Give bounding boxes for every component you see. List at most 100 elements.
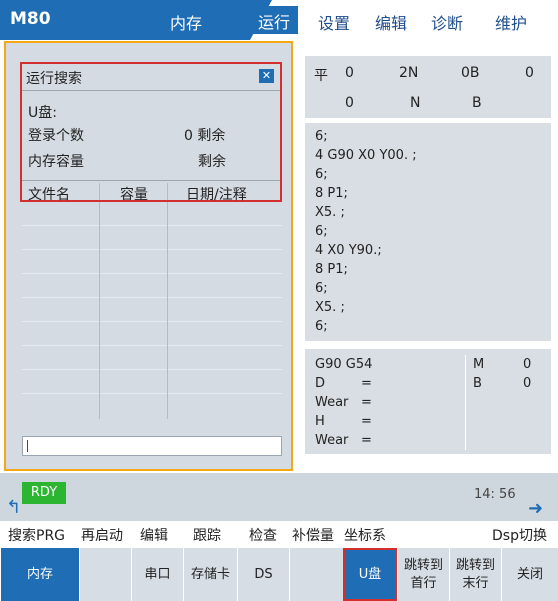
empty-key[interactable] (79, 548, 131, 601)
memory-button[interactable]: 内存 (0, 548, 79, 601)
capacity-label: 内存容量 (28, 154, 84, 170)
column-divider (167, 183, 168, 419)
empty-key[interactable] (289, 548, 343, 601)
status-bar: RDY ↰ 14: 56 ➜ (0, 473, 558, 521)
position-value: 0 (345, 65, 354, 81)
memory-card-button[interactable]: 存储卡 (183, 548, 237, 601)
softkey-search-prg[interactable]: 搜索PRG (8, 525, 65, 545)
function-key-bar: 内存 串口 存储卡 DS U盘 跳转到 首行 跳转到 末行 关闭 (0, 548, 558, 601)
tab-edit[interactable]: 编辑 (375, 10, 407, 34)
tab-diagnosis[interactable]: 诊断 (431, 10, 463, 34)
divider (22, 180, 280, 181)
close-icon[interactable]: ✕ (259, 69, 274, 83)
softkey-coordinate[interactable]: 坐标系 (344, 525, 386, 545)
position-value: 0 (345, 95, 354, 111)
capacity-value: 剩余 (198, 154, 226, 170)
position-value: B (472, 95, 482, 111)
program-line: 6; (315, 319, 328, 334)
softkey-menu-row: 搜索PRG 再启动 编辑 跟踪 检查 补偿量 坐标系 Dsp切换 (0, 521, 558, 547)
softkey-check[interactable]: 检查 (249, 525, 277, 545)
modal-info-panel: G90 G54 D = Wear = H = Wear = M 0 B 0 (305, 349, 551, 454)
wear-equals: = (361, 433, 372, 448)
login-count-label: 登录个数 (28, 128, 84, 144)
position-value: 0B (461, 65, 480, 81)
program-line: 4 G90 X0 Y00. ; (315, 148, 417, 163)
divider (22, 90, 280, 91)
softkey-trace[interactable]: 跟踪 (193, 525, 221, 545)
position-value: 2N (399, 65, 419, 81)
dialog-title: 运行搜索 (26, 71, 82, 87)
login-count-value: 0 剩余 (184, 128, 226, 144)
column-header-filename: 文件名 (28, 187, 70, 203)
input-caret (27, 440, 28, 452)
file-row[interactable] (22, 393, 282, 394)
search-panel: 运行搜索 ✕ U盘: 登录个数 0 剩余 内存容量 剩余 文件名 容量 日期/注… (4, 41, 293, 471)
tab-maintenance[interactable]: 维护 (495, 10, 527, 34)
program-line: X5. ; (315, 300, 345, 315)
jump-last-line-button[interactable]: 跳转到 末行 (449, 548, 501, 601)
program-line: 8 P1; (315, 186, 348, 201)
m-label: M (473, 357, 485, 372)
program-line: 6; (315, 224, 328, 239)
softkey-dsp-switch[interactable]: Dsp切换 (492, 525, 547, 545)
button-label: 跳转到 (455, 557, 495, 573)
top-bar: M80 内存 运行 设置 编辑 诊断 维护 (0, 0, 558, 40)
column-header-size: 容量 (120, 187, 148, 203)
file-row[interactable] (22, 225, 282, 226)
drive-label: U盘: (28, 105, 57, 121)
program-line: X5. ; (315, 205, 345, 220)
column-divider (99, 183, 100, 419)
search-input[interactable] (22, 436, 282, 456)
tab-run[interactable]: 运行 (250, 6, 299, 34)
program-line: 6; (315, 129, 328, 144)
wear-label: Wear (315, 433, 349, 448)
column-header-date: 日期/注释 (186, 187, 247, 203)
run-search-dialog: 运行搜索 ✕ U盘: 登录个数 0 剩余 内存容量 剩余 文件名 容量 日期/注… (20, 62, 282, 203)
program-line: 6; (315, 281, 328, 296)
d-equals: = (361, 376, 372, 391)
position-value: 0 (525, 65, 534, 81)
button-label: 末行 (462, 575, 489, 591)
clock: 14: 56 (474, 487, 516, 502)
serial-button[interactable]: 串口 (131, 548, 183, 601)
h-label: H (315, 414, 325, 429)
operation-mode: 内存 (170, 14, 203, 33)
gcode-modal: G90 G54 (315, 357, 373, 372)
file-row[interactable] (22, 369, 282, 370)
plane-label: 平 (314, 68, 328, 84)
program-line: 4 X0 Y90.; (315, 243, 382, 258)
position-panel: 平 0 2N 0B 0 0 N B (305, 56, 551, 118)
d-label: D (315, 376, 326, 391)
file-list[interactable] (22, 203, 282, 419)
program-panel: 6; 4 G90 X0 Y00. ; 6; 8 P1; X5. ; 6; 4 X… (305, 123, 551, 341)
next-arrow-icon[interactable]: ➜ (528, 498, 543, 519)
program-line: 8 P1; (315, 262, 348, 277)
return-arrow-icon[interactable]: ↰ (6, 497, 26, 518)
softkey-offset[interactable]: 补偿量 (292, 525, 334, 545)
file-row[interactable] (22, 249, 282, 250)
ready-indicator: RDY (22, 482, 66, 504)
ds-button[interactable]: DS (237, 548, 289, 601)
position-value: N (410, 95, 421, 111)
tab-setup[interactable]: 设置 (318, 10, 350, 34)
softkey-restart[interactable]: 再启动 (81, 525, 123, 545)
button-label: 跳转到 (403, 557, 443, 573)
file-row[interactable] (22, 345, 282, 346)
file-row[interactable] (22, 273, 282, 274)
divider (465, 355, 466, 450)
m-value: 0 (523, 357, 532, 372)
program-line: 6; (315, 167, 328, 182)
wear-label: Wear (315, 395, 349, 410)
machine-model: M80 (10, 9, 51, 29)
jump-first-line-button[interactable]: 跳转到 首行 (397, 548, 449, 601)
softkey-edit[interactable]: 编辑 (140, 525, 168, 545)
close-button[interactable]: 关闭 (501, 548, 558, 601)
file-row[interactable] (22, 321, 282, 322)
usb-button[interactable]: U盘 (343, 548, 397, 601)
button-label: 首行 (410, 575, 437, 591)
b-value: 0 (523, 376, 532, 391)
file-row[interactable] (22, 297, 282, 298)
h-equals: = (361, 414, 372, 429)
b-label: B (473, 376, 482, 391)
wear-equals: = (361, 395, 372, 410)
